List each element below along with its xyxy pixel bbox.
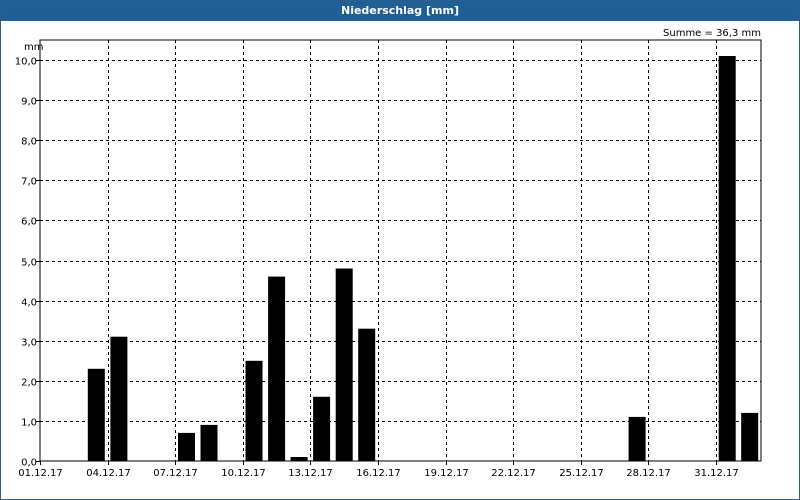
grid-lines: [40, 40, 761, 461]
x-tick-label: 10.12.17: [221, 468, 266, 479]
y-tick-label: 1,0: [21, 418, 37, 429]
precipitation-bar-chart: 0,0 1,0 2,0 3,0 4,0 5,0 6,0 7,0 8,0 9,0 10,0 01.12…: [15, 28, 762, 479]
y-tick-label: 2,0: [21, 378, 37, 389]
bar-08.12.17: [200, 424, 218, 461]
bar-15.12.17: [358, 328, 376, 461]
y-tick-label: 9,0: [21, 97, 37, 108]
bar-03.12.17: [87, 368, 105, 461]
x-tick-label: 25.12.17: [559, 468, 604, 479]
sum-annotation: Summe = 36,3 mm: [663, 28, 761, 39]
bars: [87, 56, 759, 461]
bar-14.12.17: [335, 268, 353, 461]
bar-11.12.17: [268, 276, 286, 461]
y-tick-label: 6,0: [21, 217, 37, 228]
x-tick-label: 16.12.17: [356, 468, 401, 479]
y-axis-unit-label: mm: [24, 42, 43, 53]
y-tick-label: 10,0: [15, 57, 37, 68]
y-tick-label: 0,0: [21, 458, 37, 469]
x-tick-label: 04.12.17: [86, 468, 131, 479]
x-tick-label: 19.12.17: [424, 468, 469, 479]
bar-04.12.17: [110, 336, 128, 461]
y-tick-label: 8,0: [21, 137, 37, 148]
x-tick-label: 28.12.17: [626, 468, 671, 479]
y-tick-label: 7,0: [21, 177, 37, 188]
x-tick-label: 13.12.17: [288, 468, 333, 479]
bar-31.12.17: [718, 56, 736, 461]
x-tick-label: 07.12.17: [153, 468, 198, 479]
bar-10.12.17: [245, 360, 263, 461]
bar-13.12.17: [313, 396, 331, 461]
x-axis-ticks: 01.12.17 04.12.17 07.12.17 10.12.17 13.12.17…: [18, 461, 739, 479]
plot-border: [39, 39, 762, 462]
y-tick-label: 3,0: [21, 338, 37, 349]
x-tick-label: 22.12.17: [491, 468, 536, 479]
bar-27.12.17: [628, 416, 646, 461]
y-tick-label: 5,0: [21, 258, 37, 269]
y-tick-label: 4,0: [21, 298, 37, 309]
x-tick-label: 01.12.17: [18, 468, 63, 479]
bar-07.12.17: [178, 432, 195, 461]
y-axis-ticks: 0,0 1,0 2,0 3,0 4,0 5,0 6,0 7,0 8,0 9,0 10,0: [15, 57, 40, 469]
bar-01.01.18: [741, 412, 759, 461]
bar-12.12.17: [290, 457, 308, 461]
x-tick-label: 31.12.17: [694, 468, 739, 479]
